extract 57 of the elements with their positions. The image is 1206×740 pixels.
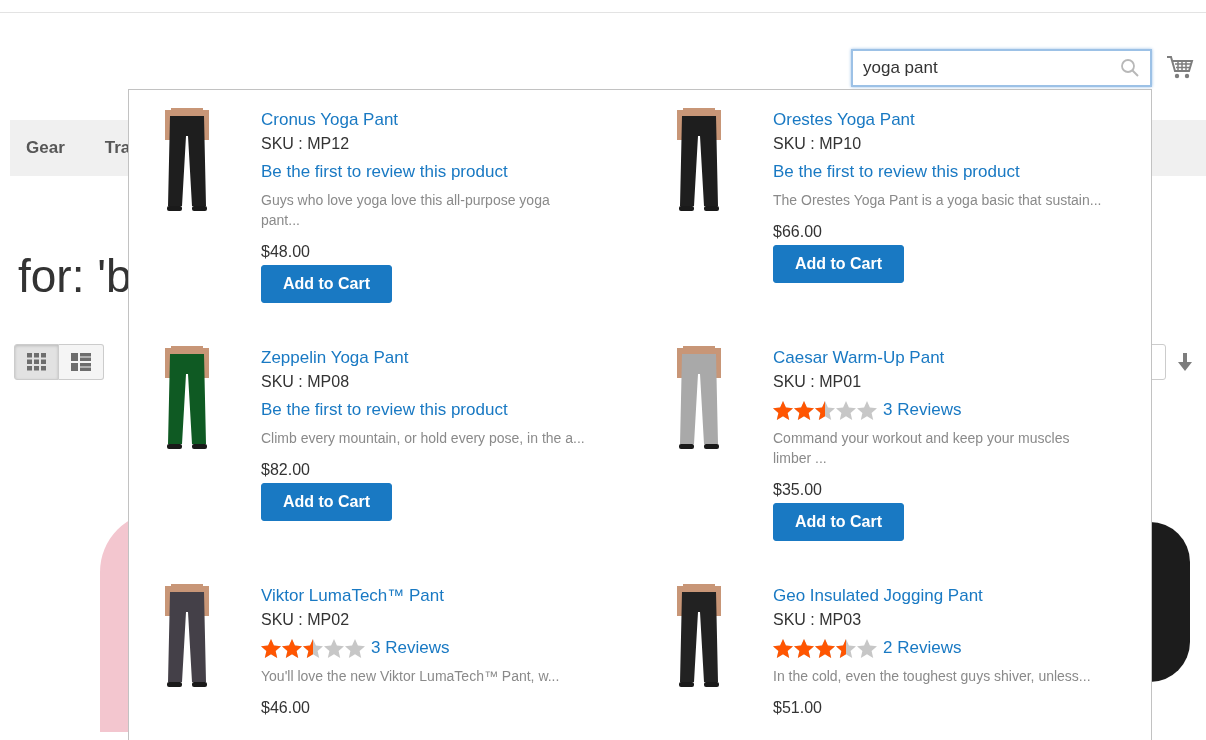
product-description: The Orestes Yoga Pant is a yoga basic that sustain...: [773, 191, 1103, 210]
list-icon: [71, 353, 91, 371]
star-icon: [794, 638, 814, 658]
product-sku: SKU : MP08: [261, 372, 350, 392]
list-view-button[interactable]: [59, 344, 104, 380]
product-sku: SKU : MP10: [773, 134, 862, 154]
star-icon: [773, 638, 793, 658]
star-icon: [815, 400, 835, 420]
product-description: Climb every mountain, or hold every pose, in the a...: [261, 429, 586, 448]
review-link[interactable]: Be the first to review this product: [261, 400, 508, 420]
grid-icon: [26, 353, 47, 371]
star-icon: [303, 638, 323, 658]
add-to-cart-button[interactable]: Add to Cart: [261, 483, 392, 521]
grid-view-button[interactable]: [14, 344, 59, 380]
product-sku: SKU : MP01: [773, 372, 862, 392]
add-to-cart-button[interactable]: Add to Cart: [773, 503, 904, 541]
product-price: $51.00: [773, 698, 822, 718]
star-icon: [794, 400, 814, 420]
review-link[interactable]: Be the first to review this product: [773, 162, 1020, 182]
product-sku: SKU : MP12: [261, 134, 350, 154]
star-icon: [836, 400, 856, 420]
star-icon: [857, 400, 877, 420]
star-icon: [773, 400, 793, 420]
product-name-link[interactable]: Orestes Yoga Pant: [773, 108, 915, 132]
product-price: $48.00: [261, 242, 310, 262]
sort-direction-icon[interactable]: [1178, 353, 1192, 371]
product-name-link[interactable]: Zeppelin Yoga Pant: [261, 346, 409, 370]
star-icon: [815, 638, 835, 658]
product-price: $46.00: [261, 698, 310, 718]
star-icon: [324, 638, 344, 658]
nav-link[interactable]: Gear: [26, 138, 65, 158]
star-icon: [261, 638, 281, 658]
star-icon: [836, 638, 856, 658]
product-description: Command your workout and keep your muscles limber ...: [773, 429, 1071, 468]
product-name-link[interactable]: Caesar Warm-Up Pant: [773, 346, 945, 370]
cart-icon[interactable]: [1166, 55, 1194, 81]
product-description: In the cold, even the toughest guys shiver, unless...: [773, 667, 1092, 686]
product-name-link[interactable]: Cronus Yoga Pant: [261, 108, 399, 132]
review-link[interactable]: Be the first to review this product: [261, 162, 508, 182]
add-to-cart-button[interactable]: Add to Cart: [773, 245, 904, 283]
review-link[interactable]: 3 Reviews: [883, 400, 962, 420]
product-sku: SKU : MP03: [773, 610, 862, 630]
star-icon: [282, 638, 302, 658]
search-field[interactable]: yoga pant: [851, 49, 1152, 87]
review-link[interactable]: 2 Reviews: [883, 638, 962, 658]
product-name-link[interactable]: Viktor LumaTech™ Pant: [261, 584, 444, 608]
product-price: $35.00: [773, 480, 822, 500]
product-price: $82.00: [261, 460, 310, 480]
product-description: Guys who love yoga love this all-purpose yoga pant...: [261, 191, 551, 230]
product-price: $66.00: [773, 222, 822, 242]
star-icon: [345, 638, 365, 658]
star-icon: [857, 638, 877, 658]
review-link[interactable]: 3 Reviews: [371, 638, 450, 658]
add-to-cart-button[interactable]: Add to Cart: [261, 265, 392, 303]
product-name-link[interactable]: Geo Insulated Jogging Pant: [773, 584, 983, 608]
product-description: You'll love the new Viktor LumaTech™ Pant, w...: [261, 667, 561, 686]
product-sku: SKU : MP02: [261, 610, 350, 630]
